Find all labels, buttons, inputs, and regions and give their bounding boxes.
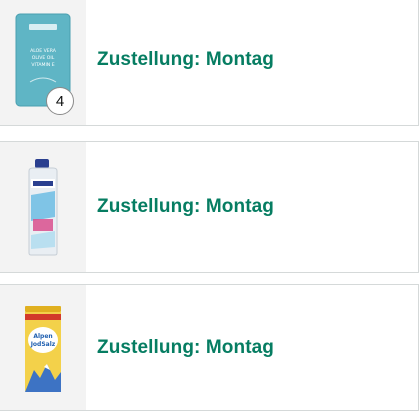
quantity-badge: 4 [46, 87, 74, 115]
order-item[interactable]: Alpen JodSalz Zustellung: Montag [0, 284, 419, 411]
product-thumbnail[interactable] [0, 142, 86, 272]
order-item[interactable]: Zustellung: Montag [0, 141, 419, 273]
svg-text:VITAMIN E: VITAMIN E [31, 62, 54, 68]
alpen-jodsalz-salt-shaker-icon: Alpen JodSalz [25, 305, 61, 392]
svg-text:Alpen: Alpen [33, 333, 52, 340]
delivery-status: Zustellung: Montag [97, 336, 274, 358]
order-item[interactable]: ALOE VERA OLIVE OIL VITAMIN E 4 Zustellu… [0, 0, 419, 126]
product-thumbnail[interactable]: Alpen JodSalz [0, 285, 86, 410]
svg-text:JodSalz: JodSalz [30, 341, 56, 348]
delivery-status: Zustellung: Montag [97, 196, 274, 217]
product-thumbnail[interactable]: ALOE VERA OLIVE OIL VITAMIN E 4 [0, 0, 86, 125]
svg-text:OLIVE OIL: OLIVE OIL [32, 55, 55, 61]
svg-text:ALOE VERA: ALOE VERA [30, 48, 57, 54]
laundry-detergent-bottle-icon [28, 159, 58, 256]
delivery-status: Zustellung: Montag [97, 49, 274, 70]
